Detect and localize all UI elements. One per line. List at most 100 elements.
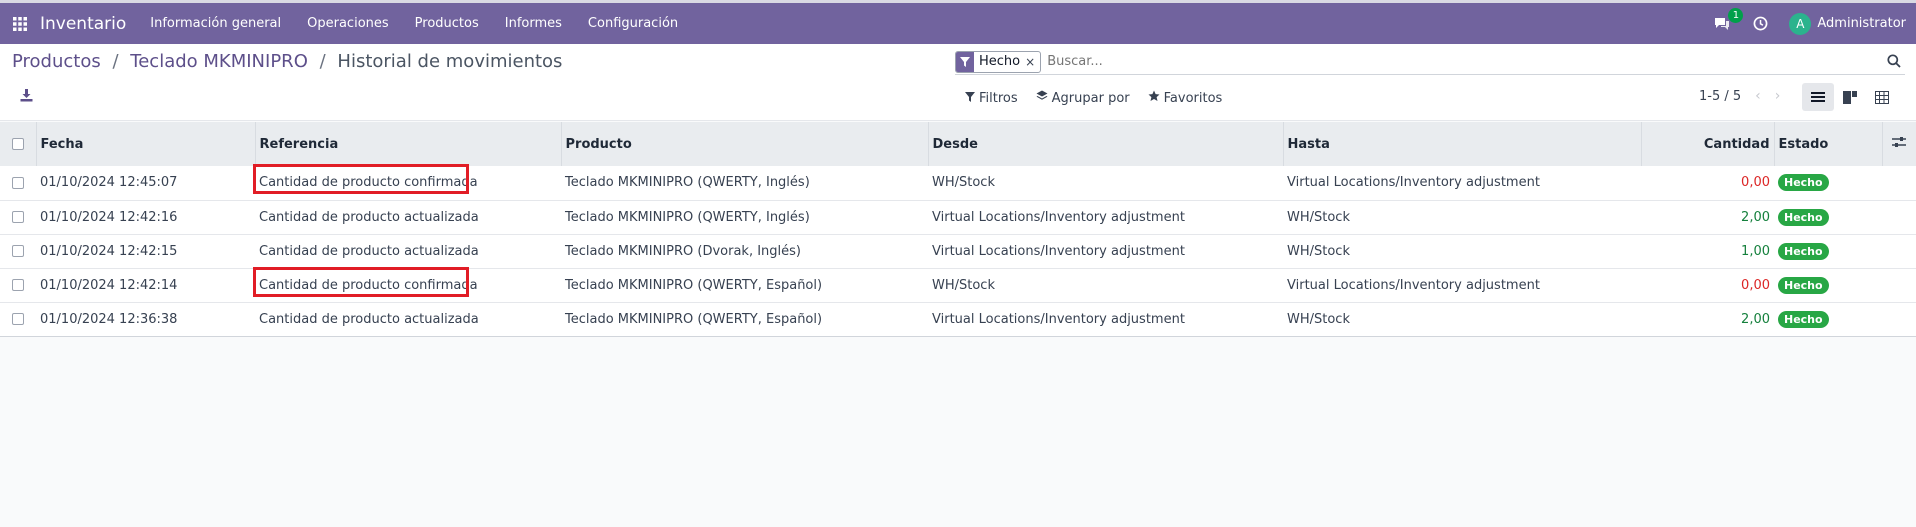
cell-fecha: 01/10/2024 12:42:16 <box>40 209 178 225</box>
row-checkbox[interactable] <box>12 313 24 325</box>
star-icon <box>1148 90 1160 106</box>
filters-label: Filtros <box>979 90 1018 106</box>
cell-cantidad: 2,00 <box>1741 209 1770 225</box>
breadcrumb-product[interactable]: Teclado MKMINIPRO <box>130 51 308 72</box>
facet-remove-icon[interactable]: × <box>1025 55 1040 69</box>
cell-referencia: Cantidad de producto actualizada <box>259 209 479 225</box>
status-badge: Hecho <box>1778 310 1829 328</box>
cell-producto: Teclado MKMINIPRO (QWERTY, Español) <box>565 277 823 293</box>
status-badge: Hecho <box>1778 174 1829 192</box>
breadcrumb-productos[interactable]: Productos <box>12 51 101 72</box>
table-row[interactable]: 01/10/2024 12:42:16 Cantidad de producto… <box>0 200 1916 234</box>
row-checkbox[interactable] <box>12 176 24 189</box>
status-badge: Hecho <box>1778 208 1829 226</box>
status-badge: Hecho <box>1778 276 1829 294</box>
breadcrumb-separator: / <box>112 51 119 72</box>
pager: 1-5 / 5 ‹ › <box>1699 88 1780 104</box>
cell-referencia-text: Cantidad de producto confirmada <box>259 277 478 293</box>
cell-cantidad: 2,00 <box>1741 311 1770 327</box>
filter-icon <box>965 91 975 106</box>
table-row[interactable]: 01/10/2024 12:42:15 Cantidad de producto… <box>0 234 1916 268</box>
menu-informacion-general[interactable]: Información general <box>150 16 281 31</box>
group-by-label: Agrupar por <box>1051 90 1130 106</box>
pager-value[interactable]: 1-5 / 5 <box>1699 89 1741 104</box>
cell-referencia: Cantidad de producto actualizada <box>259 311 479 327</box>
cell-fecha: 01/10/2024 12:36:38 <box>40 311 178 327</box>
cell-hasta: WH/Stock <box>1287 243 1350 259</box>
row-checkbox[interactable] <box>12 245 24 257</box>
status-badge: Hecho <box>1778 242 1829 260</box>
column-estado[interactable]: Estado <box>1774 122 1883 166</box>
cell-fecha: 01/10/2024 12:45:07 <box>40 175 178 191</box>
row-checkbox[interactable] <box>12 279 24 291</box>
cell-referencia: Cantidad de producto actualizada <box>259 243 479 259</box>
cell-fecha: 01/10/2024 12:42:14 <box>40 277 178 293</box>
filter-bar: Filtros Agrupar por Favoritos <box>965 90 1222 106</box>
pivot-view-icon[interactable] <box>1866 83 1898 111</box>
chat-icon[interactable]: 1 <box>1709 7 1744 37</box>
search-bar: Hecho × <box>955 49 1905 75</box>
search-facet: Hecho × <box>955 50 1042 73</box>
apps-grid-icon[interactable] <box>0 3 40 44</box>
cell-producto: Teclado MKMINIPRO (QWERTY, Inglés) <box>565 175 810 191</box>
chat-badge: 1 <box>1728 7 1744 23</box>
breadcrumb: Productos / Teclado MKMINIPRO / Historia… <box>12 51 562 72</box>
favorites-label: Favoritos <box>1163 90 1223 106</box>
column-cantidad[interactable]: Cantidad <box>1641 122 1775 166</box>
table-row[interactable]: 01/10/2024 12:42:14 Cantidad de producto… <box>0 266 1916 302</box>
cell-cantidad: 0,00 <box>1741 277 1770 293</box>
select-all-checkbox[interactable] <box>11 138 24 150</box>
menu-informes[interactable]: Informes <box>505 16 562 31</box>
group-by-button[interactable]: Agrupar por <box>1036 90 1130 106</box>
cell-cantidad: 1,00 <box>1741 243 1770 259</box>
kanban-view-icon[interactable] <box>1834 83 1866 111</box>
row-checkbox[interactable] <box>12 211 24 223</box>
cell-hasta: Virtual Locations/Inventory adjustment <box>1287 175 1540 191</box>
list-view-icon[interactable] <box>1802 83 1834 111</box>
cell-hasta: WH/Stock <box>1287 311 1350 327</box>
cell-desde: Virtual Locations/Inventory adjustment <box>932 311 1185 327</box>
top-navbar: Inventario Información general Operacion… <box>0 0 1916 44</box>
layers-icon <box>1036 90 1048 106</box>
view-switcher <box>1802 83 1898 111</box>
column-producto[interactable]: Producto <box>561 122 929 166</box>
pager-prev-icon[interactable]: ‹ <box>1755 88 1761 104</box>
clock-icon[interactable] <box>1749 13 1771 35</box>
cell-referencia-text: Cantidad de producto confirmada <box>259 175 478 191</box>
app-name[interactable]: Inventario <box>40 14 126 34</box>
cell-desde: WH/Stock <box>932 277 995 293</box>
search-icon[interactable] <box>1887 54 1901 72</box>
breadcrumb-separator: / <box>319 51 326 72</box>
cell-referencia: Cantidad de producto confirmada <box>253 266 561 302</box>
favorites-button[interactable]: Favoritos <box>1148 90 1223 106</box>
table-row[interactable]: 01/10/2024 12:45:07 Cantidad de producto… <box>0 164 1916 200</box>
cell-cantidad: 0,00 <box>1741 175 1770 191</box>
column-referencia[interactable]: Referencia <box>255 122 562 166</box>
menu-productos[interactable]: Productos <box>415 16 479 31</box>
page-title: Historial de movimientos <box>337 51 563 72</box>
optional-columns-icon[interactable] <box>1882 122 1916 166</box>
cell-hasta: WH/Stock <box>1287 209 1350 225</box>
pager-next-icon[interactable]: › <box>1775 88 1781 104</box>
filters-button[interactable]: Filtros <box>965 91 1018 106</box>
cell-producto: Teclado MKMINIPRO (QWERTY, Español) <box>565 311 823 327</box>
table-row[interactable]: 01/10/2024 12:36:38 Cantidad de producto… <box>0 302 1916 336</box>
table-header: Fecha Referencia Producto Desde Hasta Ca… <box>0 122 1916 166</box>
cell-desde: WH/Stock <box>932 175 995 191</box>
column-desde[interactable]: Desde <box>928 122 1284 166</box>
download-icon[interactable] <box>20 89 36 105</box>
menu-operaciones[interactable]: Operaciones <box>307 16 389 31</box>
cell-desde: Virtual Locations/Inventory adjustment <box>932 243 1185 259</box>
avatar[interactable]: A <box>1789 12 1812 35</box>
column-hasta[interactable]: Hasta <box>1283 122 1642 166</box>
cell-fecha: 01/10/2024 12:42:15 <box>40 243 178 259</box>
search-input[interactable] <box>1047 54 1868 69</box>
cell-referencia: Cantidad de producto confirmada <box>253 164 561 200</box>
facet-label: Hecho <box>979 54 1021 69</box>
user-name[interactable]: Administrator <box>1817 16 1906 31</box>
column-fecha[interactable]: Fecha <box>36 122 256 166</box>
menu-configuracion[interactable]: Configuración <box>588 16 678 31</box>
filter-icon <box>956 51 974 72</box>
cell-desde: Virtual Locations/Inventory adjustment <box>932 209 1185 225</box>
cell-producto: Teclado MKMINIPRO (Dvorak, Inglés) <box>565 243 801 259</box>
